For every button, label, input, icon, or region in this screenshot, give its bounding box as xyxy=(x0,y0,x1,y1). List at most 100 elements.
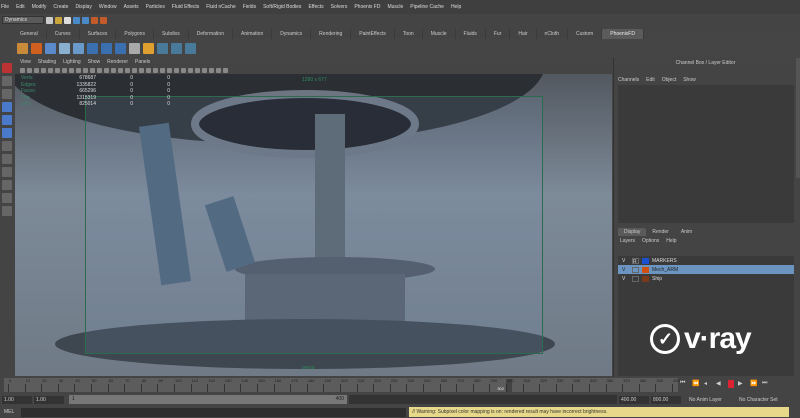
tab-rendering[interactable]: Rendering xyxy=(311,29,352,39)
panel-tool-icon[interactable] xyxy=(160,67,165,73)
tab-subdivs[interactable]: Subdivs xyxy=(154,29,189,39)
mesh-icon[interactable] xyxy=(115,42,126,54)
render-toggle[interactable]: R xyxy=(632,257,639,265)
panel-tool-icon[interactable] xyxy=(69,67,74,73)
tab-hair[interactable]: Hair xyxy=(510,29,537,39)
phoenix-simulator-icon[interactable] xyxy=(17,42,28,54)
render-icon[interactable] xyxy=(91,16,98,24)
panel-tool-icon[interactable] xyxy=(125,67,130,73)
move-tool-icon[interactable] xyxy=(2,102,12,112)
menu-edit[interactable]: Edit xyxy=(16,4,25,10)
panel-tool-icon[interactable] xyxy=(202,67,207,73)
foam-icon[interactable] xyxy=(129,42,140,54)
panel-tool-icon[interactable] xyxy=(174,67,179,73)
range-slider[interactable]: 1 400 xyxy=(69,395,347,404)
panel-tool-icon[interactable] xyxy=(195,67,200,73)
layer-color-swatch[interactable] xyxy=(642,257,649,264)
panel-tool-icon[interactable] xyxy=(90,67,95,73)
menu-window[interactable]: Window xyxy=(99,4,117,10)
layout-outliner-icon[interactable] xyxy=(2,206,12,216)
layer-color-swatch[interactable] xyxy=(642,275,649,282)
command-input[interactable] xyxy=(21,407,407,417)
current-frame-marker[interactable] xyxy=(506,379,513,392)
layer-menu-options[interactable]: Options xyxy=(642,238,659,244)
grid-icon[interactable] xyxy=(87,42,98,54)
panel-tool-icon[interactable] xyxy=(153,67,158,73)
rotate-tool-icon[interactable] xyxy=(2,115,12,125)
scale-tool-icon[interactable] xyxy=(2,128,12,138)
tab-phoenixfd[interactable]: PhoenixFD xyxy=(602,29,644,39)
menu-file[interactable]: File xyxy=(1,4,9,10)
cache-green-icon[interactable] xyxy=(157,42,168,54)
panel-tool-icon[interactable] xyxy=(34,67,39,73)
stop-icon[interactable] xyxy=(728,380,734,388)
panel-tool-icon[interactable] xyxy=(146,67,151,73)
tab-muscle[interactable]: Muscle xyxy=(423,29,456,39)
panel-tool-icon[interactable] xyxy=(181,67,186,73)
cache-red-icon[interactable] xyxy=(185,42,196,54)
menu-soft-rigid-bodies[interactable]: Soft/Rigid Bodies xyxy=(263,4,301,10)
playback-end-field[interactable]: 400.00 xyxy=(619,395,649,404)
play-forward-icon[interactable]: ▶ xyxy=(738,380,746,388)
panel-tool-icon[interactable] xyxy=(188,67,193,73)
play-back-icon[interactable]: ◀ xyxy=(716,380,724,388)
layer-tab-anim[interactable]: Anim xyxy=(675,228,698,236)
menu-set-dropdown[interactable]: Dynamics xyxy=(2,16,44,24)
menu-solvers[interactable]: Solvers xyxy=(331,4,348,10)
layer-row[interactable]: V R MARKERS xyxy=(618,256,794,265)
panel-tool-icon[interactable] xyxy=(118,67,123,73)
menu-effects[interactable]: Effects xyxy=(308,4,323,10)
mel-label[interactable]: MEL xyxy=(4,409,14,415)
panel-tool-icon[interactable] xyxy=(132,67,137,73)
select-tool-icon[interactable] xyxy=(2,63,12,73)
channel-menu-channels[interactable]: Channels xyxy=(618,77,639,83)
wave-icon[interactable] xyxy=(73,42,84,54)
layout-four-icon[interactable] xyxy=(2,180,12,190)
step-back-icon[interactable]: ⏪ xyxy=(692,380,700,388)
menu-assets[interactable]: Assets xyxy=(124,4,139,10)
menu-muscle[interactable]: Muscle xyxy=(387,4,403,10)
menu-create[interactable]: Create xyxy=(53,4,68,10)
visibility-toggle[interactable]: V xyxy=(622,258,629,264)
visibility-toggle[interactable]: V xyxy=(622,276,629,282)
paint-select-icon[interactable] xyxy=(2,89,12,99)
tab-animation[interactable]: Animation xyxy=(233,29,273,39)
panel-tool-icon[interactable] xyxy=(139,67,144,73)
panel-tool-icon[interactable] xyxy=(97,67,102,73)
anim-layer-dropdown[interactable]: No Anim Layer xyxy=(683,397,731,403)
step-back-key-icon[interactable]: ◂ xyxy=(704,380,712,388)
tab-surfaces[interactable]: Surfaces xyxy=(80,29,117,39)
menu-fluid-effects[interactable]: Fluid Effects xyxy=(172,4,199,10)
tab-fluids[interactable]: Fluids xyxy=(456,29,486,39)
layer-tab-render[interactable]: Render xyxy=(646,228,674,236)
menu-fields[interactable]: Fields xyxy=(243,4,256,10)
go-to-end-icon[interactable]: ⏭ xyxy=(762,380,770,388)
menu-pipeline-cache[interactable]: Pipeline Cache xyxy=(410,4,444,10)
panel-tool-icon[interactable] xyxy=(48,67,53,73)
menu-particles[interactable]: Particles xyxy=(146,4,165,10)
playback-start-field[interactable]: 1.00 xyxy=(34,395,64,404)
lasso-tool-icon[interactable] xyxy=(2,76,12,86)
tab-curves[interactable]: Curves xyxy=(47,29,80,39)
channel-list[interactable] xyxy=(618,85,794,223)
layer-menu-layers[interactable]: Layers xyxy=(620,238,635,244)
channel-menu-object[interactable]: Object xyxy=(662,77,676,83)
layout-two-icon[interactable] xyxy=(2,193,12,203)
panel-tool-icon[interactable] xyxy=(209,67,214,73)
layer-tab-display[interactable]: Display xyxy=(618,228,647,236)
panel-menu-panels[interactable]: Panels xyxy=(135,59,150,65)
tab-polygons[interactable]: Polygons xyxy=(116,29,154,39)
panel-menu-shading[interactable]: Shading xyxy=(38,59,56,65)
channel-menu-edit[interactable]: Edit xyxy=(646,77,655,83)
layout-single-icon[interactable] xyxy=(2,167,12,177)
render-toggle[interactable] xyxy=(632,266,639,273)
select-mode-icon[interactable] xyxy=(73,16,80,24)
render-toggle[interactable] xyxy=(632,275,639,282)
new-scene-icon[interactable] xyxy=(46,16,53,24)
menu-fluid-ncache[interactable]: Fluid nCache xyxy=(206,4,235,10)
tab-toon[interactable]: Toon xyxy=(395,29,423,39)
panel-tool-icon[interactable] xyxy=(83,67,88,73)
start-time-field[interactable]: 1.00 xyxy=(2,395,32,404)
snap-icon[interactable] xyxy=(82,16,89,24)
particle-icon[interactable] xyxy=(59,42,70,54)
